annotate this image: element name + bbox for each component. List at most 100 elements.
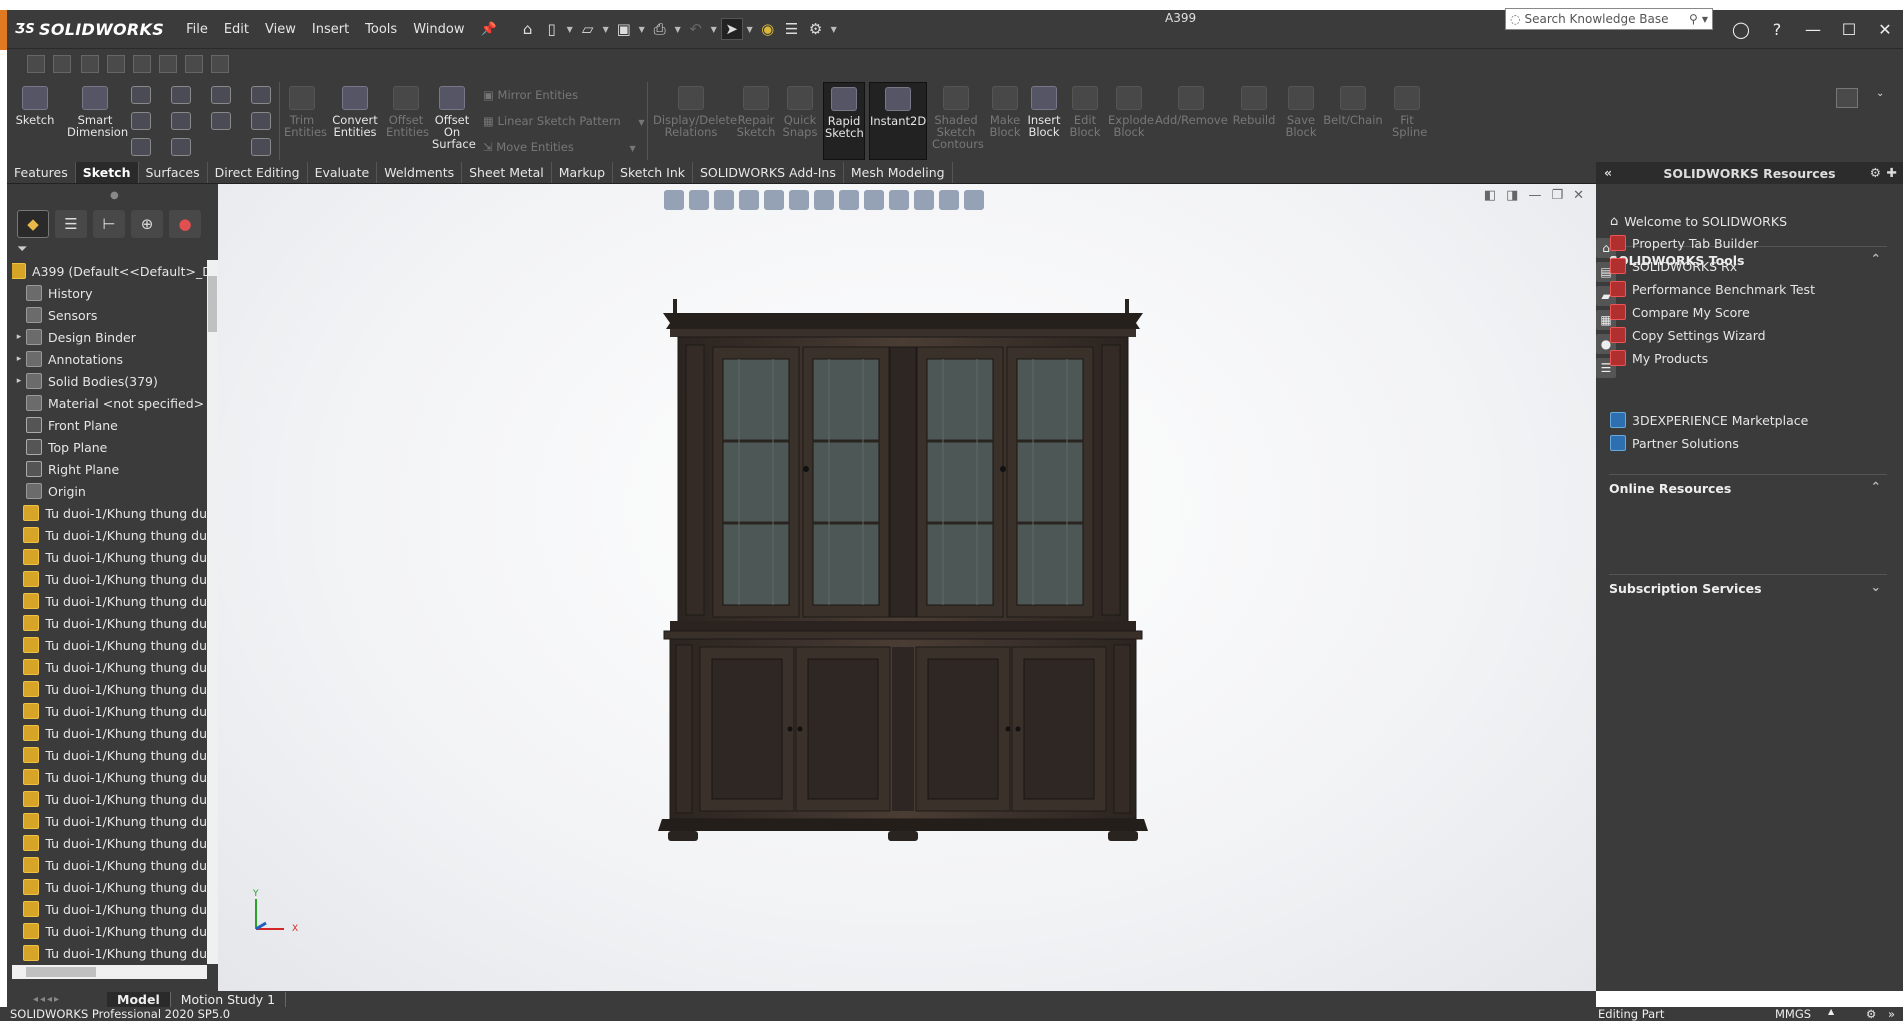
tree-item[interactable]: ▸ Solid Bodies(379) (12, 370, 207, 392)
undo-icon[interactable]: ↶ (685, 18, 707, 40)
tree-item[interactable]: ▸ Annotations (12, 348, 207, 370)
display-style-icon[interactable] (814, 190, 834, 210)
chevron-down-icon[interactable]: ▼ (673, 25, 683, 34)
chevron-down-icon[interactable]: ▼ (629, 144, 635, 153)
gear-icon[interactable]: ⚙ (1870, 165, 1881, 180)
viewport-minimize-icon[interactable]: — (1528, 188, 1541, 203)
previous-view-icon[interactable] (714, 190, 734, 210)
circle-icon[interactable] (171, 86, 191, 104)
search-icon[interactable]: ⚲ (1689, 12, 1702, 26)
add-remove-button[interactable]: Add/Remove (1155, 82, 1228, 126)
panel-grip-icon[interactable]: ● (110, 190, 119, 201)
menu-tools[interactable]: Tools (357, 22, 405, 37)
tab-scroll-arrows-icon[interactable]: ◂◂◂▸ (7, 994, 107, 1005)
select-cursor-icon[interactable]: ➤ (720, 18, 743, 40)
tree-item-body[interactable]: Tu duoi-1/Khung thung du (12, 700, 207, 722)
collapse-up-icon[interactable]: ⌃ (1871, 479, 1881, 494)
toolbar-tool-icon[interactable] (159, 55, 177, 73)
tab-motion-study[interactable]: Motion Study 1 (171, 991, 287, 1007)
tree-item-body[interactable]: Tu duoi-1/Khung thung du (12, 876, 207, 898)
graphics-area[interactable]: ◧ ◨ — ❐ ✕ Y X (218, 184, 1596, 991)
help-icon[interactable]: ? (1759, 20, 1795, 39)
configuration-manager-icon[interactable]: ⊢ (93, 210, 125, 238)
offset-entities-button[interactable]: Offset Entities (385, 82, 429, 138)
chevron-up-icon[interactable]: ▲ (1828, 1007, 1834, 1016)
chevron-down-icon[interactable]: ▼ (565, 25, 575, 34)
search-knowledge-base[interactable]: ◌ Search Knowledge Base ⚲ ▼ (1505, 8, 1713, 30)
tab-model[interactable]: Model (107, 991, 171, 1007)
slot-icon[interactable] (171, 112, 191, 130)
tools-link[interactable]: Copy Settings Wizard (1610, 327, 1766, 343)
tab-sketch-ink[interactable]: Sketch Ink (613, 162, 693, 183)
fit-spline-button[interactable]: Fit Spline (1387, 82, 1427, 138)
explode-block-button[interactable]: Explode Block (1107, 82, 1154, 138)
tools-link[interactable]: My Products (1610, 350, 1708, 366)
zoom-to-fit-icon[interactable] (664, 190, 684, 210)
tools-link[interactable]: Compare My Score (1610, 304, 1750, 320)
tree-vertical-scrollbar[interactable] (207, 260, 218, 964)
view-settings-icon[interactable] (914, 190, 934, 210)
feature-manager-icon[interactable]: ◆ (17, 210, 49, 238)
new-document-icon[interactable]: ▯ (541, 18, 563, 40)
linear-pattern-button[interactable]: ▦ Linear Sketch Pattern ▼ (483, 114, 645, 128)
tree-item-body[interactable]: Tu duoi-1/Khung thung du (12, 590, 207, 612)
tree-item-body[interactable]: Tu duoi-1/Khung thung du (12, 612, 207, 634)
plane-sketch-icon[interactable] (251, 138, 271, 156)
tree-item[interactable]: ▸ Design Binder (12, 326, 207, 348)
toolbar-tool-icon[interactable] (185, 55, 203, 73)
belt-chain-button[interactable]: Belt/Chain (1323, 82, 1383, 126)
tree-item-body[interactable]: Tu duoi-1/Khung thung du (12, 788, 207, 810)
scroll-thumb[interactable] (208, 276, 217, 332)
tab-addins[interactable]: SOLIDWORKS Add-Ins (693, 162, 844, 183)
tree-item[interactable]: Material <not specified> (12, 392, 207, 414)
edit-appearance-icon[interactable] (864, 190, 884, 210)
rotate-view-icon[interactable] (939, 190, 959, 210)
tree-item-body[interactable]: Tu duoi-1/Khung thung du (12, 832, 207, 854)
tree-horizontal-scrollbar[interactable] (12, 965, 207, 979)
tree-item-body[interactable]: Tu duoi-1/Khung thung du (12, 502, 207, 524)
quick-snaps-button[interactable]: Quick Snaps (781, 82, 819, 138)
print-icon[interactable]: ⎙ (649, 18, 671, 40)
chevron-down-icon[interactable]: ▼ (601, 25, 611, 34)
chevron-down-icon[interactable]: ▼ (638, 118, 644, 127)
tree-item[interactable]: Right Plane (12, 458, 207, 480)
filter-icon[interactable]: ⏷ (17, 242, 27, 257)
display-pane-icon[interactable] (1836, 88, 1858, 108)
toolbar-tool-icon[interactable] (53, 55, 71, 73)
tree-item-body[interactable]: Tu duoi-1/Khung thung du (12, 854, 207, 876)
chevron-down-icon[interactable]: ▼ (637, 25, 647, 34)
online-link[interactable]: Partner Solutions (1610, 435, 1739, 451)
shaded-sketch-contours-button[interactable]: Shaded Sketch Contours (931, 82, 984, 150)
online-link[interactable]: 3DEXPERIENCE Marketplace (1610, 412, 1808, 428)
collapse-pane-icon[interactable]: « (1604, 165, 1612, 180)
chevron-down-icon[interactable]: ▼ (745, 25, 755, 34)
dynamic-annotation-icon[interactable] (764, 190, 784, 210)
pin-pane-icon[interactable]: ✚ (1887, 165, 1897, 180)
tools-link[interactable]: SOLIDWORKS Rx (1610, 258, 1737, 274)
chevron-down-icon[interactable]: ▼ (1702, 15, 1712, 24)
close-icon[interactable]: ✕ (1867, 20, 1903, 39)
repair-sketch-button[interactable]: Repair Sketch (735, 82, 777, 138)
minimize-icon[interactable]: — (1795, 20, 1831, 39)
tab-mesh-modeling[interactable]: Mesh Modeling (844, 162, 953, 183)
online-section-header[interactable]: Online Resources ⌃ (1609, 474, 1887, 496)
smart-dimension-button[interactable]: Smart Dimension (63, 82, 128, 138)
line-icon[interactable] (131, 86, 151, 104)
tree-item-body[interactable]: Tu duoi-1/Khung thung du (12, 656, 207, 678)
tree-item-body[interactable]: Tu duoi-1/Khung thung du (12, 568, 207, 590)
instant2d-button[interactable]: Instant2D (869, 82, 927, 160)
tree-item-body[interactable]: Tu duoi-1/Khung thung du (12, 722, 207, 744)
expand-down-icon[interactable]: ⌄ (1871, 579, 1881, 594)
chevron-down-icon[interactable]: ▼ (829, 25, 839, 34)
display-delete-relations-button[interactable]: Display/Delete Relations (651, 82, 737, 138)
tab-surfaces[interactable]: Surfaces (139, 162, 208, 183)
tree-item[interactable]: Sensors (12, 304, 207, 326)
options-gear-icon[interactable]: ⚙ (805, 18, 827, 40)
tree-item-body[interactable]: Tu duoi-1/Khung thung du (12, 810, 207, 832)
tree-item-body[interactable]: Tu duoi-1/Khung thung du (12, 678, 207, 700)
tree-item[interactable]: Top Plane (12, 436, 207, 458)
viewport-close-icon[interactable]: ✕ (1573, 188, 1584, 203)
split-right-icon[interactable]: ◨ (1506, 188, 1518, 203)
chevron-down-icon[interactable]: ⌄ (1876, 88, 1884, 99)
trim-entities-button[interactable]: Trim Entities (283, 82, 327, 138)
